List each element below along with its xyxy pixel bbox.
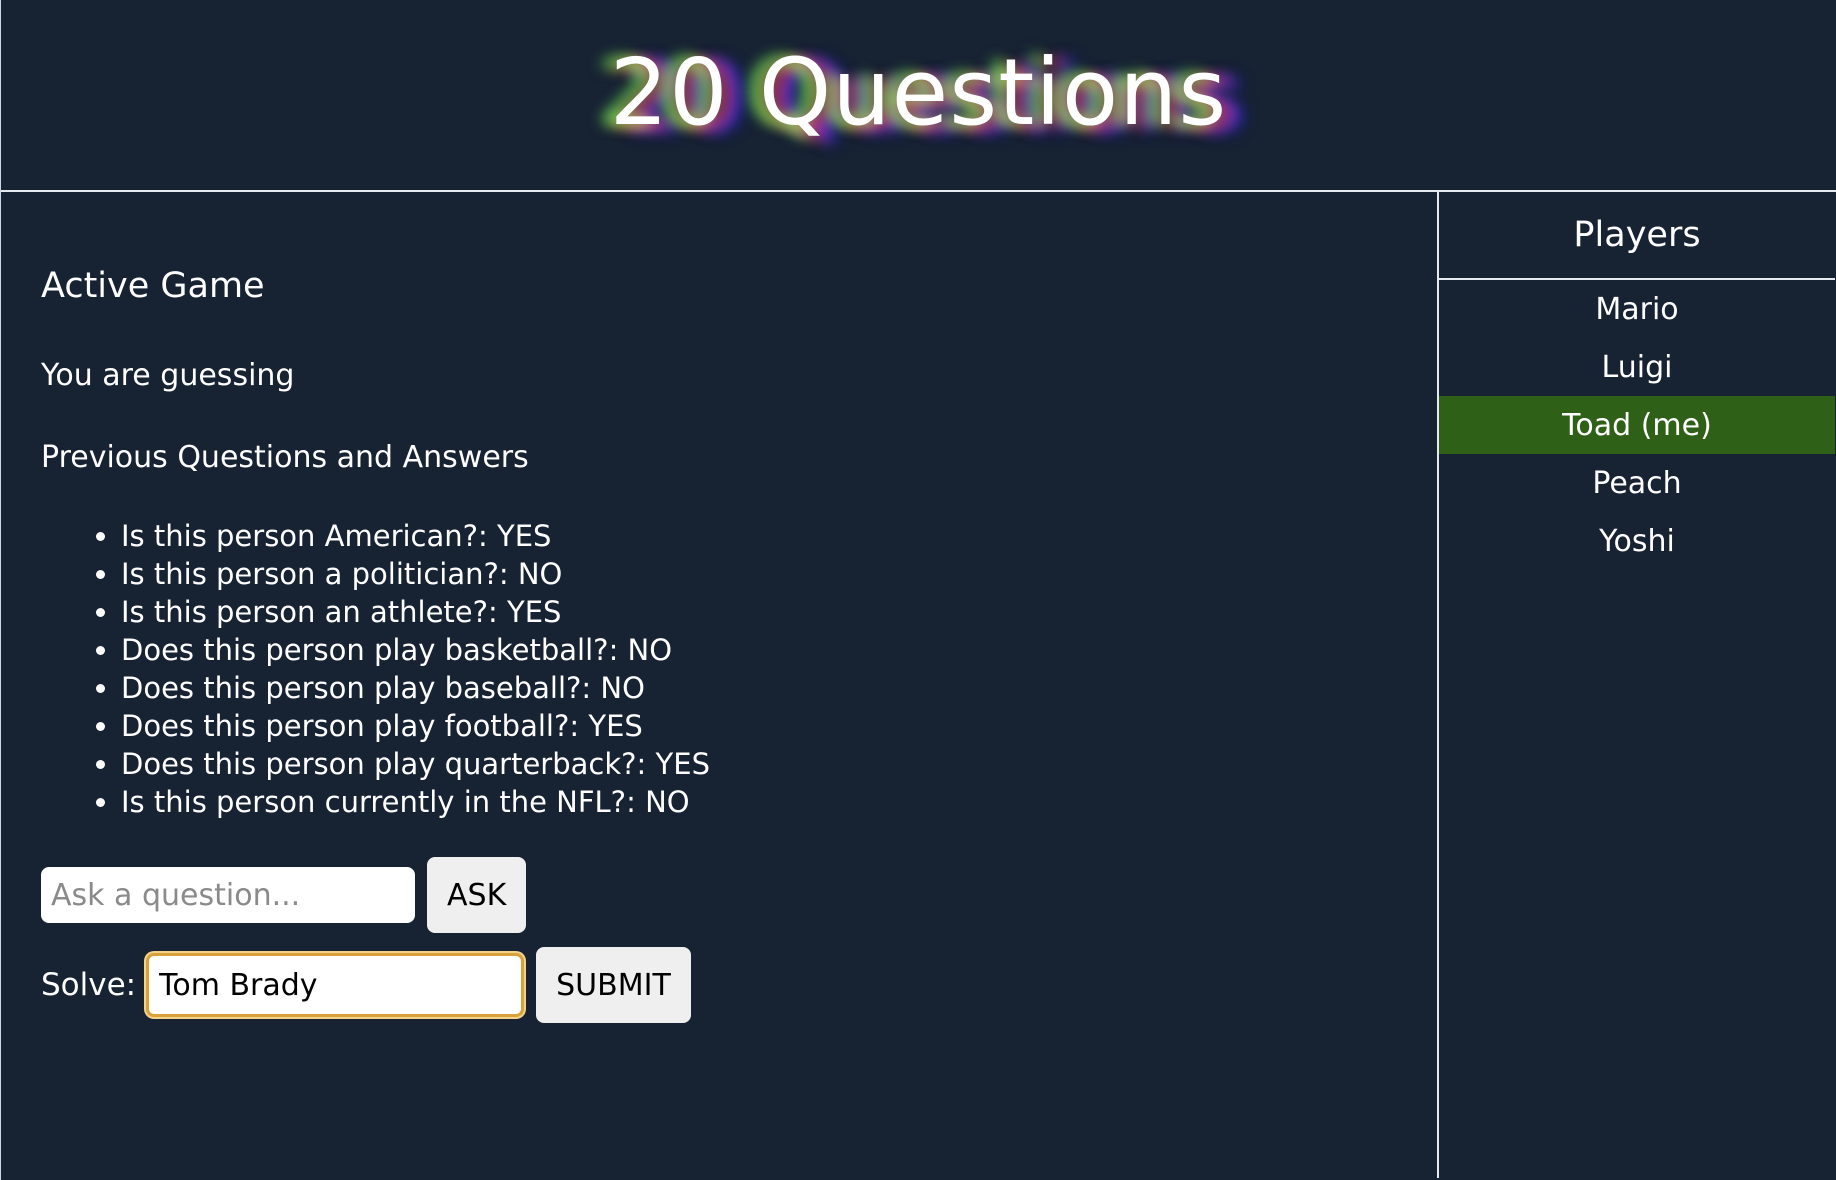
qa-list-item: Is this person American?: YES <box>121 517 1437 555</box>
qa-list-item: Does this person play football?: YES <box>121 707 1437 745</box>
game-heading: Active Game <box>41 266 265 306</box>
qa-list-item: Does this person play basketball?: NO <box>121 631 1437 669</box>
qa-list: Is this person American?: YES Is this pe… <box>41 517 1437 821</box>
player-item: Mario <box>1595 291 1679 327</box>
players-title: Players <box>1439 192 1835 280</box>
game-panel: Active Game You are guessing Previous Qu… <box>1 192 1439 1178</box>
qa-list-item: Is this person currently in the NFL?: NO <box>121 783 1437 821</box>
qa-list-item: Does this person play baseball?: NO <box>121 669 1437 707</box>
qa-section-title: Previous Questions and Answers <box>41 440 529 475</box>
solve-row: Solve: SUBMIT <box>41 947 1437 1023</box>
submit-button[interactable]: SUBMIT <box>536 947 691 1023</box>
ask-button[interactable]: ASK <box>427 857 527 933</box>
ask-question-input[interactable] <box>41 867 415 923</box>
player-item: Yoshi <box>1599 523 1675 559</box>
players-list: Mario Luigi Toad (me) Peach Yoshi <box>1439 280 1835 570</box>
player-item: Luigi <box>1601 349 1673 385</box>
qa-list-item: Is this person a politician?: NO <box>121 555 1437 593</box>
app-title: 20 Questions <box>609 38 1228 146</box>
player-item: Peach <box>1592 465 1682 501</box>
content-area: Active Game You are guessing Previous Qu… <box>1 192 1836 1178</box>
app-page: 20 Questions Active Game You are guessin… <box>0 0 1836 1180</box>
ask-row: ASK <box>41 857 1437 933</box>
solve-label: Solve: <box>41 967 137 1003</box>
app-header: 20 Questions <box>1 0 1836 192</box>
players-sidebar: Players Mario Luigi Toad (me) Peach Yosh… <box>1439 192 1835 1178</box>
player-item-current-user: Toad (me) <box>1439 396 1835 454</box>
qa-list-item: Is this person an athlete?: YES <box>121 593 1437 631</box>
solve-input[interactable] <box>146 953 525 1017</box>
game-status: You are guessing <box>41 358 295 393</box>
qa-list-item: Does this person play quarterback?: YES <box>121 745 1437 783</box>
